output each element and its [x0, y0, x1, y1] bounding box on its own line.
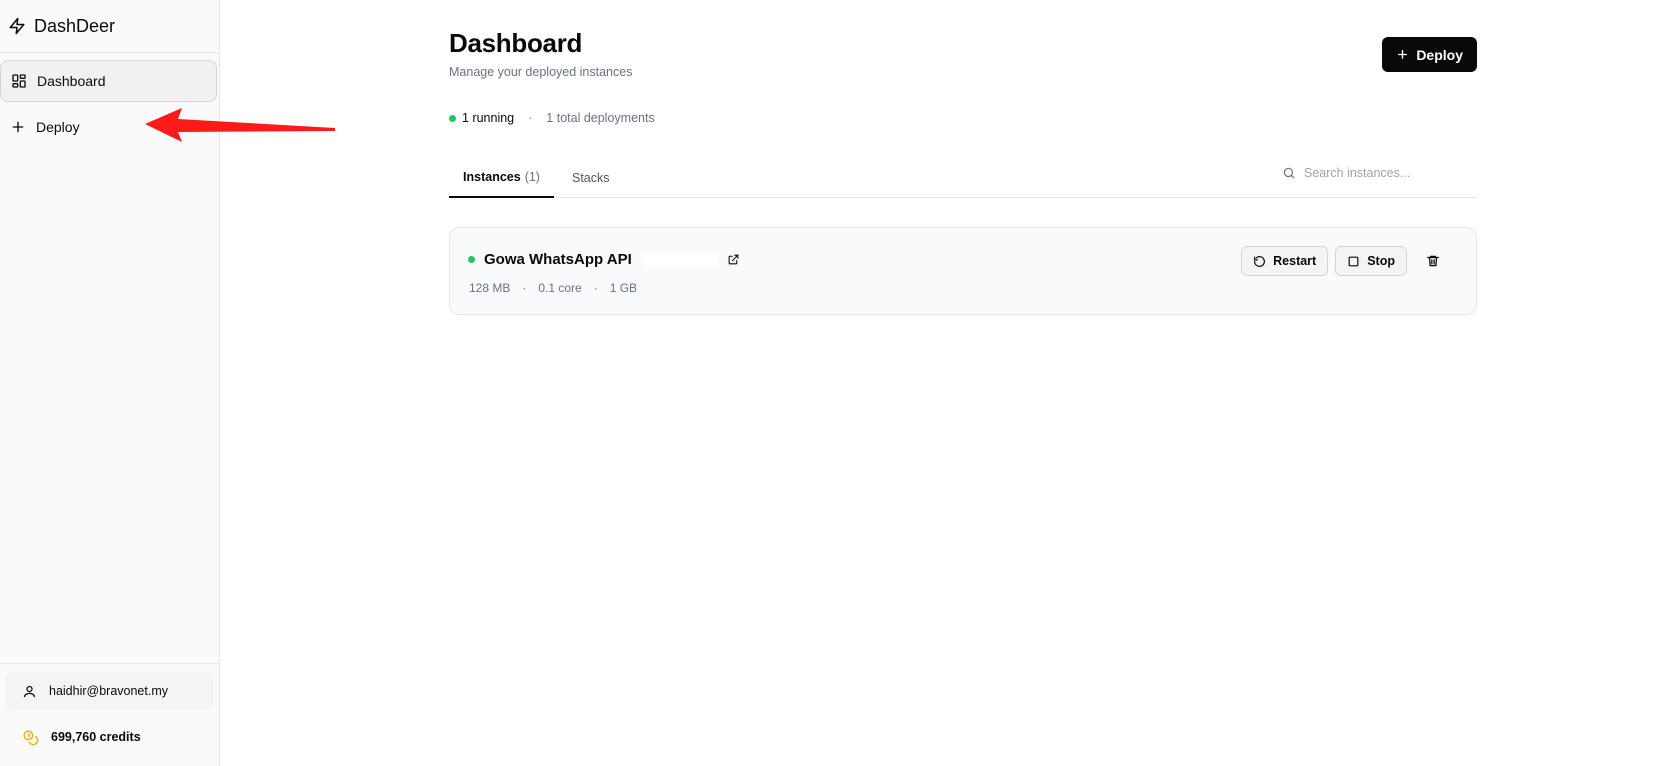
tab-instances[interactable]: Instances (1) — [449, 157, 554, 198]
credits-label: 699,760 credits — [51, 730, 141, 744]
annotation-arrow — [145, 108, 335, 142]
tabs: Instances (1) Stacks — [449, 157, 1477, 198]
tab-stacks[interactable]: Stacks — [572, 157, 610, 198]
deploy-button-label: Deploy — [1416, 46, 1463, 63]
plus-icon — [12, 121, 24, 133]
coins-icon — [23, 729, 39, 745]
page-title: Dashboard — [449, 28, 583, 58]
user-email: haidhir@bravonet.my — [49, 684, 168, 698]
restart-button[interactable]: Restart — [1241, 246, 1329, 276]
restart-icon — [1254, 255, 1266, 267]
instance-name: Gowa WhatsApp API — [484, 251, 632, 268]
credits-balance: 699,760 credits — [6, 718, 213, 756]
sidebar-item-dashboard[interactable]: Dashboard — [0, 60, 217, 102]
tab-label: Stacks — [572, 170, 610, 185]
user-account[interactable]: haidhir@bravonet.my — [6, 672, 213, 710]
deployment-status: 1 running · 1 total deployments — [449, 111, 655, 125]
status-separator: · — [528, 111, 533, 125]
user-icon — [23, 685, 36, 697]
plus-icon — [1398, 50, 1408, 59]
instance-card: Gowa WhatsApp API 128 MB · 0.1 core · 1 … — [449, 227, 1477, 315]
sidebar-item-label: Dashboard — [37, 73, 106, 89]
tab-label: Instances — [463, 169, 521, 184]
bolt-icon — [9, 17, 25, 35]
instance-resources: 128 MB · 0.1 core · 1 GB — [469, 281, 637, 295]
instance-status-dot — [468, 256, 475, 263]
brand[interactable]: DashDeer — [0, 0, 219, 53]
external-link-icon[interactable] — [727, 253, 740, 266]
instance-cpu: 0.1 core — [538, 281, 582, 295]
sidebar-item-label: Deploy — [36, 119, 80, 135]
instance-memory: 128 MB — [469, 281, 511, 295]
meta-separator: · — [522, 281, 527, 295]
stop-label: Stop — [1367, 254, 1395, 268]
search-input[interactable] — [1304, 166, 1464, 180]
instance-storage: 1 GB — [609, 281, 638, 295]
page-subtitle: Manage your deployed instances — [449, 65, 633, 79]
instance-title-row: Gowa WhatsApp API — [468, 251, 740, 268]
restart-label: Restart — [1273, 254, 1317, 268]
search-box — [1282, 157, 1477, 189]
redacted-url — [642, 253, 718, 266]
tab-count: (1) — [524, 169, 540, 184]
running-dot — [449, 114, 456, 122]
sidebar-footer: haidhir@bravonet.my 699,760 credits — [0, 663, 219, 766]
meta-separator: · — [593, 281, 598, 295]
instance-actions: Restart Stop — [1241, 246, 1448, 276]
stop-button[interactable]: Stop — [1335, 246, 1407, 276]
brand-name: DashDeer — [34, 15, 116, 36]
trash-icon — [1427, 255, 1439, 267]
deploy-button[interactable]: Deploy — [1382, 37, 1477, 72]
layout-grid-icon — [12, 74, 26, 88]
search-icon — [1283, 167, 1295, 179]
total-deployments: 1 total deployments — [546, 111, 655, 125]
stop-icon — [1348, 256, 1359, 266]
delete-button[interactable] — [1418, 246, 1448, 276]
running-count: 1 running — [462, 111, 515, 125]
